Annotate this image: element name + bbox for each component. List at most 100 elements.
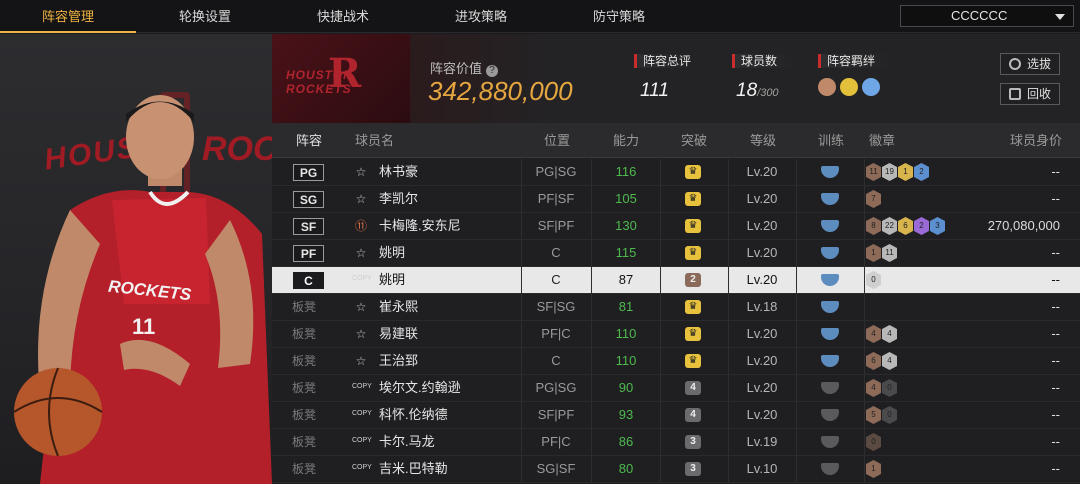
breakthrough-crown-icon: ♛ (685, 165, 701, 179)
badge-icon[interactable]: 0 (882, 379, 897, 397)
col-badges[interactable]: 徽章 (869, 123, 895, 158)
badge-icon[interactable]: 6 (866, 352, 881, 370)
badge-icon[interactable]: 0 (866, 433, 881, 451)
badge-icon[interactable]: 0 (882, 406, 897, 424)
badge-icon[interactable]: 1 (866, 244, 881, 262)
col-divider (864, 456, 865, 482)
badge-icon[interactable]: 4 (882, 325, 897, 343)
col-divider (660, 213, 661, 239)
badge-icon[interactable]: 1 (866, 460, 881, 478)
player-name[interactable]: 李凯尔 (379, 186, 418, 212)
player-name[interactable]: 林书豪 (379, 159, 418, 185)
badge-icon[interactable]: 22 (882, 217, 897, 235)
table-row[interactable]: SF ⑪ 卡梅隆.安东尼 SF|PF 130 ♛ Lv.20 8 22 6 2 3 270,080,00… (272, 213, 1080, 240)
badge-icon[interactable]: 19 (882, 163, 897, 181)
badge-icon[interactable]: 4 (866, 325, 881, 343)
select-button[interactable]: 选拔 (1000, 53, 1060, 75)
bond-gold-icon[interactable] (840, 78, 858, 96)
tab-offense[interactable]: 进攻策略 (412, 0, 550, 33)
badge-icon[interactable]: 2 (914, 217, 929, 235)
player-portrait-panel: HOUSTO ROCK ROCKETS 11 (0, 34, 272, 484)
badge-list: 40 (866, 379, 897, 397)
player-name[interactable]: 姚明 (379, 267, 405, 293)
breakthrough-level: 3 (685, 462, 701, 476)
breakthrough-crown-icon: ♛ (685, 219, 701, 233)
table-row[interactable]: SG ☆ 李凯尔 PF|SF 105 ♛ Lv.20 7 -- (272, 186, 1080, 213)
col-slot[interactable]: 阵容 (296, 123, 322, 158)
training-icon[interactable] (821, 463, 839, 475)
player-name[interactable]: 姚明 (379, 240, 405, 266)
badge-icon[interactable]: 8 (866, 217, 881, 235)
badge-icon[interactable]: 2 (914, 163, 929, 181)
training-icon[interactable] (821, 355, 839, 367)
training-icon[interactable] (821, 193, 839, 205)
player-name[interactable]: 科怀.伦纳德 (379, 402, 448, 428)
col-level[interactable]: 等级 (750, 123, 776, 158)
badge-icon[interactable]: 11 (882, 244, 897, 262)
player-name[interactable]: 王治郅 (379, 348, 418, 374)
player-position: SG|SF (536, 461, 576, 476)
table-row[interactable]: 板凳 COPY 科怀.伦纳德 SF|PF 93 4 Lv.20 5 0 -- (272, 402, 1080, 429)
table-header: 阵容 球员名 位置 能力 突破 等级 训练 徽章 球员身价 (272, 123, 1080, 158)
col-training[interactable]: 训练 (818, 123, 844, 158)
badge-icon[interactable]: 4 (882, 352, 897, 370)
training-icon[interactable] (821, 220, 839, 232)
top-nav: 阵容管理 轮换设置 快捷战术 进攻策略 防守策略 CCCCCC (0, 0, 1080, 33)
player-count-value: 18/300 (732, 80, 794, 102)
team-select[interactable]: CCCCCC (900, 5, 1074, 27)
badge-icon[interactable]: 5 (866, 406, 881, 424)
col-position[interactable]: 位置 (544, 123, 570, 158)
table-row[interactable]: 板凳 COPY 卡尔.马龙 PF|C 86 3 Lv.19 0 -- (272, 429, 1080, 456)
badge-icon[interactable]: 3 (930, 217, 945, 235)
player-name[interactable]: 崔永熙 (379, 294, 418, 320)
tab-rotation[interactable]: 轮换设置 (136, 0, 274, 33)
table-row[interactable]: PF ☆ 姚明 C 115 ♛ Lv.20 1 11 -- (272, 240, 1080, 267)
player-ability: 115 (615, 245, 637, 260)
training-icon[interactable] (821, 328, 839, 340)
table-row[interactable]: 板凳 ☆ 易建联 PF|C 110 ♛ Lv.20 4 4 -- (272, 321, 1080, 348)
player-name[interactable]: 埃尔文.约翰逊 (379, 375, 461, 401)
table-row[interactable]: 板凳 COPY 吉米.巴特勒 SG|SF 80 3 Lv.10 1 -- (272, 456, 1080, 483)
badge-icon[interactable]: 4 (866, 379, 881, 397)
table-row[interactable]: 板凳 ☆ 崔永熙 SF|SG 81 ♛ Lv.18 -- (272, 294, 1080, 321)
table-row[interactable]: 板凳 ☆ 王治郅 C 110 ♛ Lv.20 6 4 -- (272, 348, 1080, 375)
breakthrough-crown-icon: ♛ (685, 300, 701, 314)
training-icon[interactable] (821, 382, 839, 394)
table-row[interactable]: PG ☆ 林书豪 PG|SG 116 ♛ Lv.20 11 19 1 2 -- (272, 159, 1080, 186)
player-name[interactable]: 吉米.巴特勒 (379, 456, 448, 482)
col-breakthrough[interactable]: 突破 (681, 123, 707, 158)
lineup-bond-stat: 阵容羁绊 (818, 54, 892, 96)
badge-icon[interactable]: 0 (866, 271, 881, 289)
player-name[interactable]: 卡梅隆.安东尼 (379, 213, 461, 239)
badge-icon[interactable]: 6 (898, 217, 913, 235)
player-value: -- (1051, 245, 1060, 260)
player-position: PG|SG (535, 164, 577, 179)
badge-icon[interactable]: 1 (898, 163, 913, 181)
tab-defense[interactable]: 防守策略 (550, 0, 688, 33)
player-level: Lv.20 (746, 245, 778, 260)
tab-lineup[interactable]: 阵容管理 (0, 0, 136, 33)
breakthrough-level: 2 (685, 273, 701, 287)
col-divider (660, 240, 661, 266)
training-icon[interactable] (821, 436, 839, 448)
training-icon[interactable] (821, 409, 839, 421)
badge-icon[interactable]: 7 (866, 190, 881, 208)
bond-bronze-icon[interactable] (818, 78, 836, 96)
training-icon[interactable] (821, 166, 839, 178)
table-row[interactable]: 板凳 COPY 埃尔文.约翰逊 PG|SG 90 4 Lv.20 4 0 -- (272, 375, 1080, 402)
training-icon[interactable] (821, 247, 839, 259)
training-icon[interactable] (821, 301, 839, 313)
table-row[interactable]: C COPY 姚明 C 87 2 Lv.20 0 -- (272, 267, 1080, 294)
recycle-button[interactable]: 回收 (1000, 83, 1060, 105)
tab-quick-tactics[interactable]: 快捷战术 (274, 0, 412, 33)
player-level: Lv.20 (746, 380, 778, 395)
badge-icon[interactable]: 11 (866, 163, 881, 181)
player-name[interactable]: 易建联 (379, 321, 418, 347)
player-name[interactable]: 卡尔.马龙 (379, 429, 435, 455)
col-name[interactable]: 球员名 (355, 123, 394, 158)
bond-blue-icon[interactable] (862, 78, 880, 96)
training-icon[interactable] (821, 274, 839, 286)
col-value[interactable]: 球员身价 (1010, 123, 1062, 158)
col-ability[interactable]: 能力 (613, 123, 639, 158)
col-divider (796, 456, 797, 482)
